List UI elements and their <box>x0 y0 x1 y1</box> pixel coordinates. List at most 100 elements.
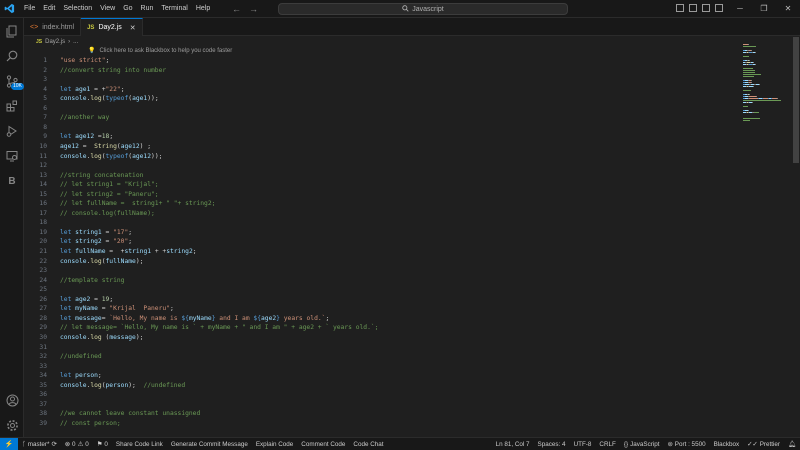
code-line[interactable]: 21 let fullName = +string1 + +string2; <box>24 247 196 257</box>
back-arrow-icon[interactable]: ← <box>232 4 241 14</box>
menu-item-run[interactable]: Run <box>137 0 158 18</box>
code-line[interactable]: 15 // let string2 = "Paneru"; <box>24 190 158 200</box>
code-line[interactable]: 17 // console.log(fullName); <box>24 209 154 219</box>
run-debug-icon[interactable] <box>0 120 24 142</box>
restore-icon[interactable]: ❐ <box>752 0 776 18</box>
blackbox-icon[interactable]: B <box>0 170 24 192</box>
language-mode[interactable]: {} JavaScript <box>620 440 664 448</box>
code-line[interactable]: 24 //template string <box>24 276 124 286</box>
code-editor[interactable]: 1 "use strict"; 2 //convert string into num… <box>24 56 794 437</box>
forward-arrow-icon[interactable]: → <box>249 4 258 14</box>
code-line[interactable]: 2 //convert string into number <box>24 66 166 76</box>
code-line[interactable]: 31 <box>24 343 60 353</box>
encoding[interactable]: UTF-8 <box>570 440 596 448</box>
remote-indicator-icon[interactable]: ⚡ <box>0 437 18 450</box>
code-line[interactable]: 36 <box>24 390 60 400</box>
source-control-icon[interactable]: 10K <box>0 70 24 92</box>
cursor-position[interactable]: Ln 81, Col 7 <box>492 440 534 448</box>
breadcrumb-file[interactable]: Day2.js <box>45 39 65 45</box>
code-chat[interactable]: Code Chat <box>349 441 387 448</box>
code-line[interactable]: 33 <box>24 362 60 372</box>
code-line[interactable]: 9 let age12 =18; <box>24 132 113 142</box>
code-line[interactable]: 8 <box>24 123 60 133</box>
tab-day2-js[interactable]: JS Day2.js ✕ <box>81 18 143 36</box>
generate-commit-message[interactable]: Generate Commit Message <box>167 441 252 448</box>
manage-gear-icon[interactable] <box>0 414 24 436</box>
problems-status[interactable]: ⊗ 0 ⚠ 0 <box>61 441 93 448</box>
menu-item-selection[interactable]: Selection <box>59 0 96 18</box>
code-line[interactable]: 4 let age1 = +"22"; <box>24 85 124 95</box>
editor-scrollbar[interactable] <box>792 37 800 437</box>
code-line[interactable]: 10 age12 = String(age12) ; <box>24 142 151 152</box>
command-center-search[interactable]: Javascript <box>278 3 568 15</box>
code-line[interactable]: 35 console.log(person); //undefined <box>24 381 185 391</box>
menu-item-edit[interactable]: Edit <box>39 0 59 18</box>
code-line[interactable]: 23 <box>24 266 60 276</box>
search-sidebar-icon[interactable] <box>0 45 24 67</box>
code-line[interactable]: 32 //undefined <box>24 352 101 362</box>
code-line[interactable]: 3 <box>24 75 60 85</box>
code-line[interactable]: 18 <box>24 218 60 228</box>
extensions-icon[interactable] <box>0 95 24 117</box>
code-line[interactable]: 39 // const person; <box>24 419 120 429</box>
account-icon[interactable] <box>0 389 24 411</box>
code-line[interactable]: 6 <box>24 104 60 114</box>
code-line[interactable]: 34 let person; <box>24 371 101 381</box>
indentation[interactable]: Spaces: 4 <box>534 440 570 448</box>
end-of-line[interactable]: CRLF <box>595 440 619 448</box>
code-line[interactable]: 14 // let string1 = "Krijal"; <box>24 180 158 190</box>
code-text: let age12 =18; <box>60 133 113 140</box>
code-line[interactable]: 25 <box>24 285 60 295</box>
code-line[interactable]: 27 let myName = "Krijal Paneru"; <box>24 304 174 314</box>
menu-item-go[interactable]: Go <box>119 0 136 18</box>
scrollbar-thumb[interactable] <box>793 37 799 163</box>
code-line[interactable]: 16 // let fullName = string1+ " "+ string… <box>24 199 215 209</box>
minimize-icon[interactable]: ─ <box>728 0 752 18</box>
code-line[interactable]: 30 console.log (message); <box>24 333 143 343</box>
remote-explorer-icon[interactable] <box>0 145 24 167</box>
line-number: 26 <box>39 295 47 303</box>
menu-item-view[interactable]: View <box>96 0 119 18</box>
toggle-secondary-sidebar-icon[interactable] <box>702 4 710 12</box>
code-line[interactable]: 19 let string1 = "17"; <box>24 228 132 238</box>
menu-item-help[interactable]: Help <box>192 0 214 18</box>
explorer-icon[interactable] <box>0 20 24 42</box>
comment-code[interactable]: Comment Code <box>297 441 349 448</box>
code-line[interactable]: 12 <box>24 161 60 171</box>
code-line[interactable]: 38 //we cannot leave constant unassigned <box>24 409 200 419</box>
close-window-icon[interactable]: ✕ <box>776 0 800 18</box>
blackbox-hint[interactable]: 💡 Click here to ask Blackbox to help you… <box>88 47 232 55</box>
menu-item-file[interactable]: File <box>20 0 39 18</box>
branch-status[interactable]: ᚴ master* ⟳ <box>18 441 61 448</box>
code-line[interactable]: 7 //another way <box>24 113 109 123</box>
line-number: 16 <box>39 200 47 208</box>
code-line[interactable]: 5 console.log(typeof(age1)); <box>24 94 158 104</box>
code-line[interactable]: 20 let string2 = "20"; <box>24 237 132 247</box>
code-text: let myName = "Krijal Paneru"; <box>60 305 174 312</box>
minimap[interactable] <box>743 44 787 124</box>
blackbox-status[interactable]: Blackbox <box>710 440 744 448</box>
code-line[interactable]: 26 let age2 = 19; <box>24 295 113 305</box>
code-line[interactable]: 13 //string concatenation <box>24 171 143 181</box>
ports-status[interactable]: ⚑ 0 <box>93 441 112 448</box>
live-server-port[interactable]: ⊚ Port : 5500 <box>663 440 709 448</box>
breadcrumb-rest[interactable]: ... <box>73 39 78 45</box>
notifications-bell-icon[interactable]: 🔔︎ <box>784 440 800 448</box>
code-line[interactable]: 1 "use strict"; <box>24 56 109 66</box>
customize-layout-icon[interactable] <box>715 4 723 12</box>
share-code-link[interactable]: Share Code Link <box>112 441 167 448</box>
toggle-primary-sidebar-icon[interactable] <box>676 4 684 12</box>
toggle-panel-icon[interactable] <box>689 4 697 12</box>
menu-item-terminal[interactable]: Terminal <box>157 0 191 18</box>
minimap-token <box>751 50 752 51</box>
close-icon[interactable]: ✕ <box>130 24 136 32</box>
code-line[interactable]: 11 console.log(typeof(age12)); <box>24 152 162 162</box>
code-line[interactable]: 29 // let message= `Hello, My name is ` +… <box>24 323 378 333</box>
tab-index-html[interactable]: <> index.html <box>24 18 82 36</box>
code-line[interactable]: 22 console.log(fullName); <box>24 257 143 267</box>
code-token: ; <box>325 314 330 322</box>
prettier-status[interactable]: ✓✓ Prettier <box>743 440 784 448</box>
code-line[interactable]: 28 let message= `Hello, My name is ${myNa… <box>24 314 329 324</box>
code-line[interactable]: 37 <box>24 400 60 410</box>
explain-code[interactable]: Explain Code <box>252 441 297 448</box>
